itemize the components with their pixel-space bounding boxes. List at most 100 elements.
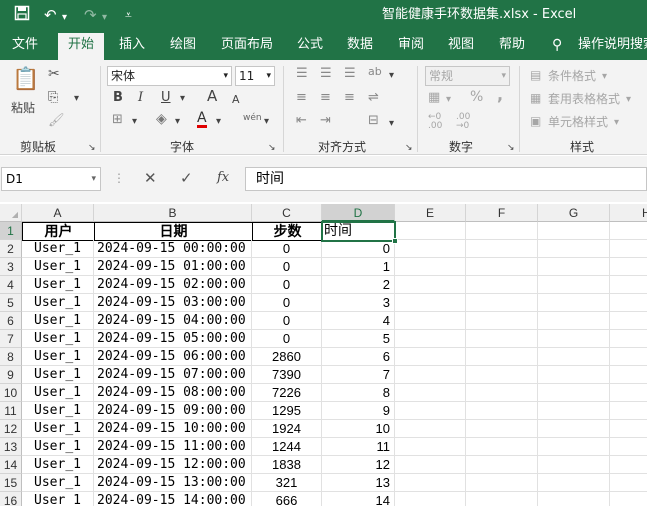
column-header[interactable]: H xyxy=(610,204,647,222)
steps-cell[interactable]: 1295 xyxy=(252,402,322,420)
font-color-icon[interactable]: A xyxy=(197,111,207,128)
empty-cell[interactable] xyxy=(538,474,610,492)
percent-button[interactable]: % xyxy=(470,89,483,105)
steps-cell[interactable]: 666 xyxy=(252,492,322,506)
empty-cell[interactable] xyxy=(538,240,610,258)
empty-cell[interactable] xyxy=(395,456,466,474)
row-header[interactable]: 5 xyxy=(0,294,22,312)
header-cell[interactable]: 日期 xyxy=(94,222,253,241)
clipboard-launcher-icon[interactable]: ↘ xyxy=(88,140,96,156)
empty-cell[interactable] xyxy=(538,348,610,366)
tab-review[interactable]: 审阅 xyxy=(398,36,424,54)
paste-icon[interactable]: 📋 xyxy=(12,68,39,92)
column-header[interactable]: D xyxy=(322,204,395,222)
user-cell[interactable]: User_1 xyxy=(22,384,94,402)
align-bottom-icon[interactable]: ☰ xyxy=(344,66,356,82)
empty-cell[interactable] xyxy=(610,258,647,276)
fill-color-icon[interactable]: ◈ xyxy=(156,111,167,127)
empty-cell[interactable] xyxy=(395,312,466,330)
empty-cell[interactable] xyxy=(538,438,610,456)
number-launcher-icon[interactable]: ↘ xyxy=(507,140,515,156)
date-cell[interactable]: 2024-09-15 05:00:00 xyxy=(94,330,252,348)
format-painter-icon[interactable]: 🖌 xyxy=(48,113,65,129)
user-cell[interactable]: User_1 xyxy=(22,492,94,506)
alignment-launcher-icon[interactable]: ↘ xyxy=(405,140,413,156)
date-cell[interactable]: 2024-09-15 10:00:00 xyxy=(94,420,252,438)
empty-cell[interactable] xyxy=(395,222,466,240)
date-cell[interactable]: 2024-09-15 02:00:00 xyxy=(94,276,252,294)
date-cell[interactable]: 2024-09-15 03:00:00 xyxy=(94,294,252,312)
row-header[interactable]: 14 xyxy=(0,456,22,474)
row-header[interactable]: 15 xyxy=(0,474,22,492)
grow-font-button[interactable]: A xyxy=(207,88,217,104)
steps-cell[interactable]: 321 xyxy=(252,474,322,492)
empty-cell[interactable] xyxy=(538,294,610,312)
row-header[interactable]: 10 xyxy=(0,384,22,402)
time-cell[interactable]: 11 xyxy=(322,438,395,456)
date-cell[interactable]: 2024-09-15 13:00:00 xyxy=(94,474,252,492)
cut-icon[interactable]: ✂ xyxy=(48,66,60,82)
user-cell[interactable]: User_1 xyxy=(22,474,94,492)
empty-cell[interactable] xyxy=(538,312,610,330)
font-color-dropdown-icon[interactable]: ▾ xyxy=(216,114,221,130)
time-cell[interactable]: 10 xyxy=(322,420,395,438)
increase-indent-icon[interactable]: ⇥ xyxy=(320,113,331,129)
underline-dropdown-icon[interactable]: ▾ xyxy=(180,91,185,107)
date-cell[interactable]: 2024-09-15 00:00:00 xyxy=(94,240,252,258)
undo-icon[interactable]: ↶ xyxy=(44,5,57,25)
conditional-format-dropdown-icon[interactable]: ▾ xyxy=(602,69,607,85)
empty-cell[interactable] xyxy=(395,420,466,438)
row-header[interactable]: 16 xyxy=(0,492,22,506)
time-cell[interactable]: 12 xyxy=(322,456,395,474)
accounting-dropdown-icon[interactable]: ▾ xyxy=(446,92,451,108)
tab-home[interactable]: 开始 xyxy=(58,33,105,60)
steps-cell[interactable]: 0 xyxy=(252,240,322,258)
select-all-corner[interactable]: ◢ xyxy=(0,204,22,222)
merge-center-icon[interactable]: ⊟ xyxy=(368,113,379,129)
empty-cell[interactable] xyxy=(610,240,647,258)
user-cell[interactable]: User_1 xyxy=(22,312,94,330)
empty-cell[interactable] xyxy=(395,474,466,492)
empty-cell[interactable] xyxy=(466,474,538,492)
empty-cell[interactable] xyxy=(538,402,610,420)
empty-cell[interactable] xyxy=(610,438,647,456)
time-cell[interactable]: 7 xyxy=(322,366,395,384)
save-icon[interactable] xyxy=(14,5,30,26)
copy-icon[interactable]: ⎘ xyxy=(48,90,58,106)
font-name-select[interactable]: 宋体 ▾ xyxy=(107,66,232,86)
empty-cell[interactable] xyxy=(610,474,647,492)
row-header[interactable]: 3 xyxy=(0,258,22,276)
cancel-icon[interactable]: ✕ xyxy=(144,170,157,186)
empty-cell[interactable] xyxy=(466,348,538,366)
empty-cell[interactable] xyxy=(466,456,538,474)
time-cell[interactable]: 2 xyxy=(322,276,395,294)
steps-cell[interactable]: 0 xyxy=(252,330,322,348)
empty-cell[interactable] xyxy=(395,330,466,348)
empty-cell[interactable] xyxy=(466,240,538,258)
empty-cell[interactable] xyxy=(395,438,466,456)
tab-draw[interactable]: 绘图 xyxy=(170,36,196,54)
conditional-format-button[interactable]: 条件格式 xyxy=(548,68,596,84)
column-header[interactable]: G xyxy=(538,204,610,222)
time-cell[interactable]: 9 xyxy=(322,402,395,420)
row-header[interactable]: 4 xyxy=(0,276,22,294)
row-header[interactable]: 11 xyxy=(0,402,22,420)
empty-cell[interactable] xyxy=(395,402,466,420)
header-cell[interactable]: 用户 xyxy=(22,222,95,241)
steps-cell[interactable]: 0 xyxy=(252,258,322,276)
date-cell[interactable]: 2024-09-15 09:00:00 xyxy=(94,402,252,420)
comma-style-button[interactable]: , xyxy=(497,87,503,103)
date-cell[interactable]: 2024-09-15 11:00:00 xyxy=(94,438,252,456)
row-header[interactable]: 13 xyxy=(0,438,22,456)
user-cell[interactable]: User_1 xyxy=(22,366,94,384)
time-cell[interactable]: 5 xyxy=(322,330,395,348)
format-as-table-button[interactable]: 套用表格格式 xyxy=(548,91,620,107)
date-cell[interactable]: 2024-09-15 07:00:00 xyxy=(94,366,252,384)
empty-cell[interactable] xyxy=(466,294,538,312)
phonetic-dropdown-icon[interactable]: ▾ xyxy=(264,114,269,130)
decrease-indent-icon[interactable]: ⇤ xyxy=(296,113,307,129)
column-header[interactable]: C xyxy=(252,204,322,222)
user-cell[interactable]: User_1 xyxy=(22,420,94,438)
steps-cell[interactable]: 7390 xyxy=(252,366,322,384)
user-cell[interactable]: User_1 xyxy=(22,258,94,276)
